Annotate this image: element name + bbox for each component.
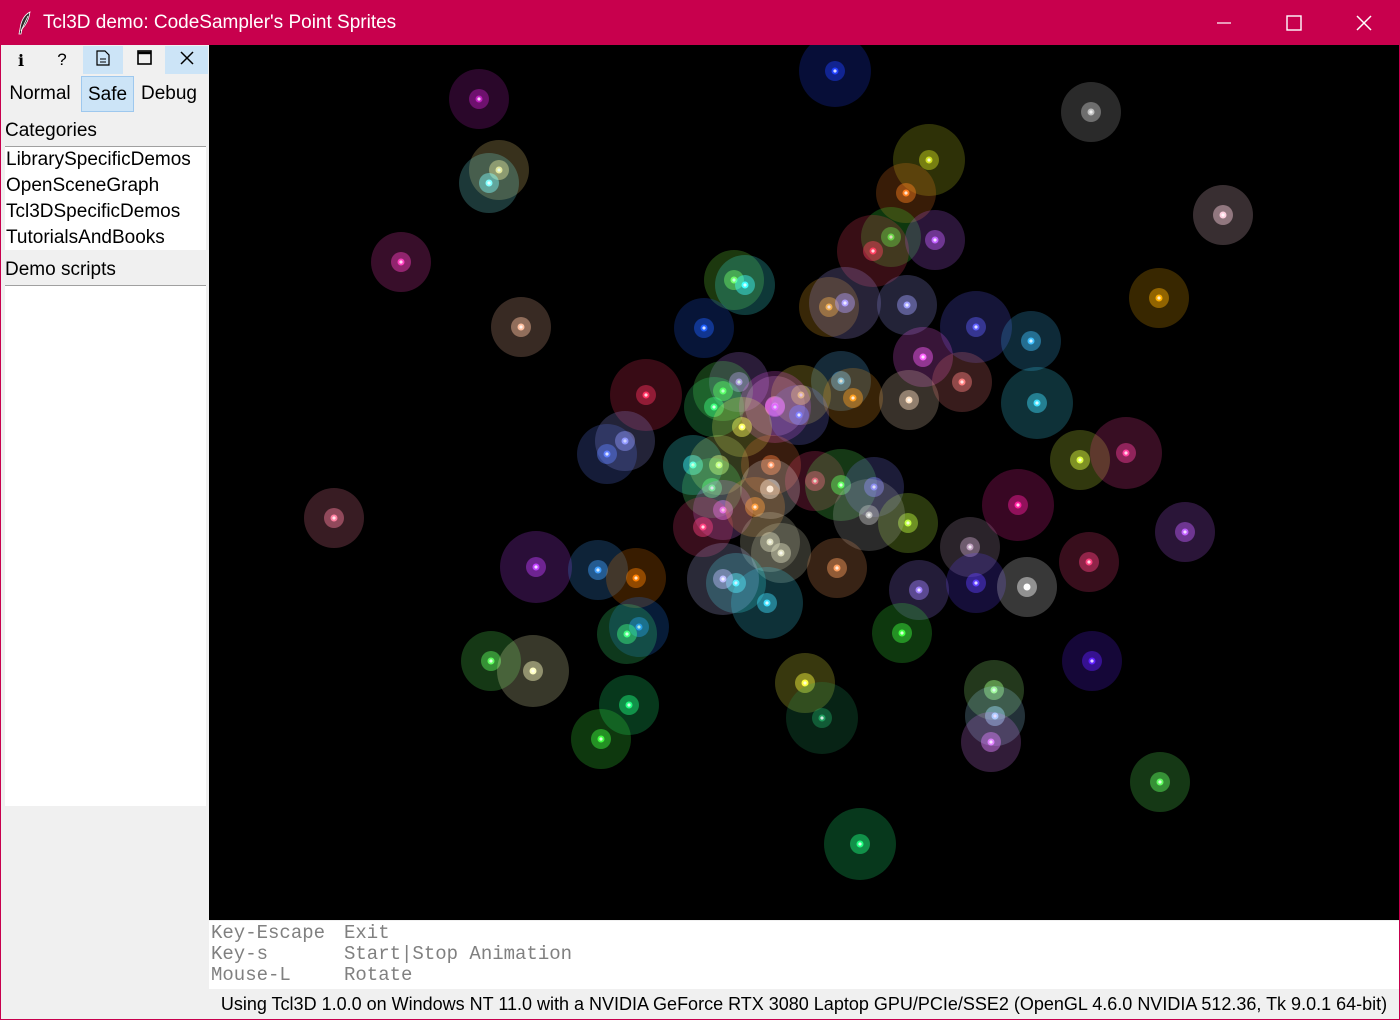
point-sprite — [786, 682, 858, 754]
close-icon — [179, 50, 194, 70]
opengl-viewport[interactable] — [209, 45, 1399, 920]
close-demo-button[interactable] — [165, 46, 208, 74]
category-item[interactable]: LibrarySpecificDemos — [5, 147, 206, 173]
point-sprite — [1193, 185, 1253, 245]
mode-safe-button[interactable]: Safe — [81, 76, 134, 112]
info-icon: i — [17, 50, 25, 70]
point-sprite — [731, 567, 803, 639]
window-title: Tcl3D demo: CodeSampler's Point Sprites — [43, 12, 397, 33]
help-icon: ? — [57, 50, 67, 69]
left-panel: i ? Normal Safe Debug Categories Library… — [1, 45, 208, 1019]
point-sprite — [500, 531, 572, 603]
point-sprite — [1090, 417, 1162, 489]
help-key: Key-s — [211, 943, 269, 965]
help-row: Key-s Start|Stop Animation — [209, 944, 1399, 965]
title-bar[interactable]: Tcl3D demo: CodeSampler's Point Sprites — [1, 1, 1399, 45]
point-sprite — [809, 267, 881, 339]
toolbar: i ? — [1, 45, 208, 75]
maximize-icon — [1286, 15, 1302, 31]
point-sprite — [371, 232, 431, 292]
point-sprites-canvas — [304, 45, 1253, 880]
point-sprite — [946, 553, 1006, 613]
point-sprite — [1155, 502, 1215, 562]
help-action: Exit — [344, 922, 390, 944]
category-item[interactable]: Tcl3DSpecificDemos — [5, 199, 206, 225]
point-sprite — [961, 712, 1021, 772]
help-action: Rotate — [344, 964, 413, 986]
help-key: Mouse-L — [211, 964, 291, 986]
info-button[interactable]: i — [1, 46, 41, 74]
point-sprite — [597, 604, 657, 664]
point-sprite — [877, 275, 937, 335]
help-key: Key-Escape — [211, 922, 326, 944]
help-action: Start|Stop Animation — [344, 943, 573, 965]
category-item[interactable]: TutorialsAndBooks — [5, 225, 206, 251]
point-sprite — [879, 370, 939, 430]
window-icon — [136, 50, 152, 70]
demo-scripts-list[interactable] — [5, 285, 206, 806]
close-button[interactable] — [1329, 1, 1399, 45]
point-sprite — [1129, 268, 1189, 328]
help-button[interactable]: ? — [42, 46, 82, 74]
help-row: Mouse-L Rotate — [209, 965, 1399, 986]
point-sprite — [932, 352, 992, 412]
point-sprite — [1001, 311, 1061, 371]
point-sprite — [459, 153, 519, 213]
point-sprite — [674, 298, 734, 358]
point-sprite — [1130, 752, 1190, 812]
minimize-icon — [1217, 16, 1231, 30]
point-sprite — [449, 69, 509, 129]
point-sprite — [1061, 82, 1121, 142]
categories-list[interactable]: LibrarySpecificDemos OpenSceneGraph Tcl3… — [5, 146, 206, 251]
point-sprite — [1062, 631, 1122, 691]
point-sprite — [872, 603, 932, 663]
point-sprite — [1059, 532, 1119, 592]
source-button[interactable] — [83, 46, 123, 74]
point-sprite — [304, 488, 364, 548]
mode-selector: Normal Safe Debug — [1, 76, 208, 114]
point-sprite — [497, 635, 569, 707]
point-sprite — [491, 297, 551, 357]
feather-icon — [15, 11, 35, 35]
point-sprite — [824, 808, 896, 880]
point-sprite — [571, 709, 631, 769]
categories-label: Categories — [5, 120, 97, 141]
point-sprite — [1001, 367, 1073, 439]
point-sprite — [905, 210, 965, 270]
category-item[interactable]: OpenSceneGraph — [5, 173, 206, 199]
help-row: Key-Escape Exit — [209, 923, 1399, 944]
close-icon — [1356, 15, 1372, 31]
point-sprite — [577, 424, 637, 484]
mode-normal-button[interactable]: Normal — [4, 76, 76, 112]
demo-scripts-label: Demo scripts — [5, 259, 116, 280]
maximize-button[interactable] — [1259, 1, 1329, 45]
point-sprite — [807, 538, 867, 598]
status-bar: Using Tcl3D 1.0.0 on Windows NT 11.0 wit… — [220, 994, 1388, 1014]
key-help-panel: Key-Escape Exit Key-s Start|Stop Animation… — [209, 921, 1399, 989]
mode-debug-button[interactable]: Debug — [137, 76, 201, 112]
window-button[interactable] — [124, 46, 164, 74]
point-sprite — [997, 557, 1057, 617]
point-sprite — [823, 368, 883, 428]
document-icon — [96, 49, 110, 71]
point-sprite — [799, 45, 871, 107]
app-window: Tcl3D demo: CodeSampler's Point Sprites … — [0, 0, 1400, 1020]
minimize-button[interactable] — [1189, 1, 1259, 45]
